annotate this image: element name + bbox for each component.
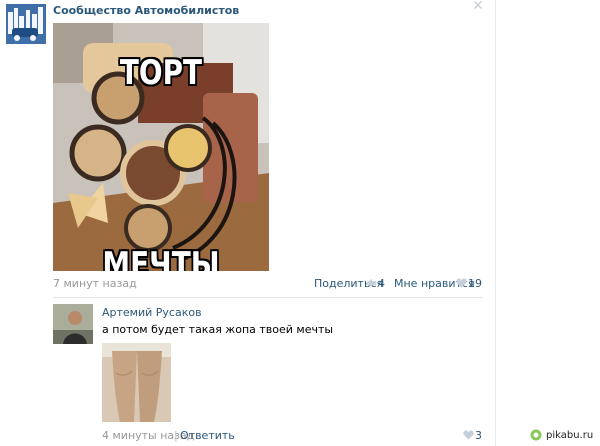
comment-text: а потом будет такая жопа твоей мечты <box>102 323 334 336</box>
comment-divider <box>53 297 483 298</box>
post-footer: 7 минут назад Поделиться 4 Мне нравится … <box>53 277 482 293</box>
meme-caption-bottom: МЕЧТЫ <box>102 245 220 271</box>
close-icon[interactable]: ✕ <box>472 0 484 13</box>
comment-photo <box>102 343 171 422</box>
group-avatar-image <box>6 4 46 44</box>
meme-caption-top: ТОРТ <box>119 53 203 93</box>
group-name-link[interactable]: Сообщество Автомобилистов <box>53 4 239 17</box>
separator: | <box>174 429 178 442</box>
group-avatar[interactable] <box>6 4 46 44</box>
share-count: 4 <box>378 277 385 290</box>
watermark-text: pikabu.ru <box>546 429 594 441</box>
comment-image[interactable] <box>102 343 171 422</box>
heart-icon[interactable] <box>463 430 474 443</box>
reply-button[interactable]: Ответить <box>180 429 235 442</box>
megaphone-icon[interactable] <box>366 278 377 291</box>
feed-column: Сообщество Автомобилистов ✕ ТОРТ МЕЧТЫ 7… <box>0 0 496 446</box>
comment-footer: 4 минуты назад | Ответить 3 <box>102 429 482 443</box>
comment-author-link[interactable]: Артемий Русаков <box>102 306 202 319</box>
comment-like-count: 3 <box>475 429 482 442</box>
heart-icon[interactable] <box>456 278 467 291</box>
pikabu-logo-icon <box>530 429 542 441</box>
watermark: pikabu.ru <box>530 427 593 443</box>
post-timestamp[interactable]: 7 минут назад <box>53 277 137 290</box>
commenter-avatar[interactable] <box>53 304 93 344</box>
like-count: 19 <box>468 277 482 290</box>
commenter-photo <box>53 304 93 344</box>
post-image[interactable]: ТОРТ МЕЧТЫ <box>53 23 269 271</box>
